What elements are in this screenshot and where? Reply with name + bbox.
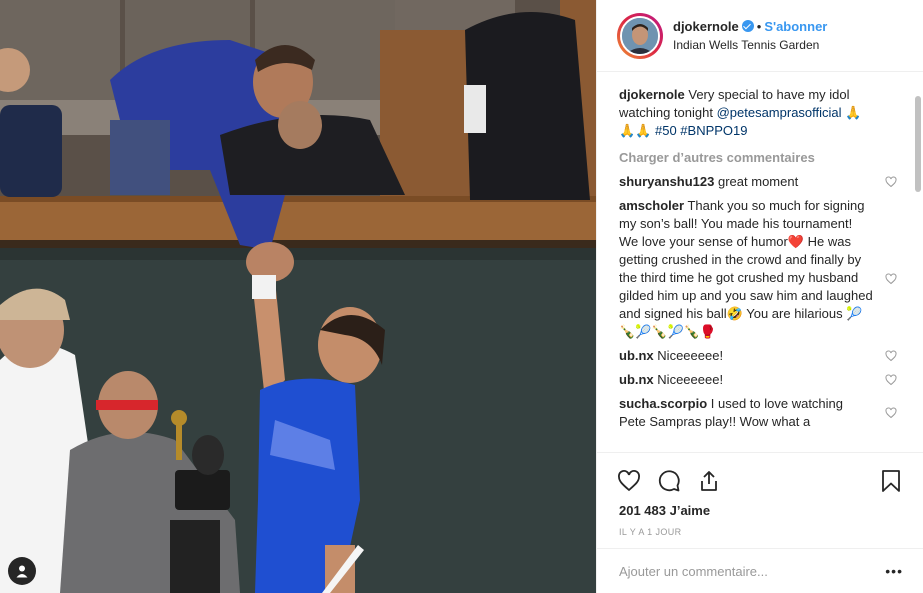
comment-text: Thank you so much for signing my son’s b… — [619, 198, 873, 339]
comment-username[interactable]: ub.nx — [619, 372, 654, 387]
share-icon — [701, 471, 717, 491]
comment-item: shuryanshu123 great moment — [619, 173, 901, 191]
save-button[interactable] — [871, 461, 911, 501]
caption-username[interactable]: djokernole — [619, 87, 685, 102]
more-options-button[interactable]: ••• — [885, 563, 903, 579]
caption-hashtags[interactable]: #50 #BNPPO19 — [655, 123, 748, 138]
comment-input[interactable] — [617, 562, 886, 580]
comment-like-heart-icon[interactable] — [885, 273, 897, 285]
header-separator: • — [756, 18, 762, 34]
comment-item: ub.nx Niceeeeee! — [619, 347, 901, 365]
comment-like-heart-icon[interactable] — [885, 374, 897, 386]
comment-like-heart-icon[interactable] — [885, 350, 897, 362]
verified-badge-icon — [741, 19, 754, 32]
caption: djokernole Very special to have my idol … — [619, 86, 901, 140]
comment-username[interactable]: shuryanshu123 — [619, 174, 714, 189]
post-header: djokernole • S'abonner Indian Wells Tennis… — [597, 0, 923, 72]
share-button[interactable] — [689, 461, 729, 501]
comment-username[interactable]: sucha.scorpio — [619, 396, 707, 411]
comment-item: sucha.scorpio I used to love watching Pe… — [619, 395, 901, 431]
header-text: djokernole • S'abonner Indian Wells Tennis… — [673, 18, 827, 54]
post-actions: 201 483 J’aime IL Y A 1 JOUR — [597, 452, 923, 537]
post-username[interactable]: djokernole — [673, 19, 739, 34]
post-side-panel: djokernole • S'abonner Indian Wells Tennis… — [596, 0, 923, 593]
comment-text: Niceeeeee! — [657, 372, 724, 387]
add-comment-bar: ••• — [597, 548, 923, 593]
post-photo[interactable] — [0, 0, 596, 593]
comment-text: Niceeeeee! — [657, 348, 724, 363]
post-time[interactable]: IL Y A 1 JOUR — [609, 527, 911, 537]
instagram-post-modal: djokernole • S'abonner Indian Wells Tennis… — [0, 0, 923, 593]
bookmark-icon — [882, 470, 900, 492]
comment-icon — [658, 470, 680, 492]
load-more-comments-button[interactable]: Charger d’autres commentaires — [619, 150, 901, 165]
avatar-image — [620, 15, 660, 56]
comments-scrollbar-thumb[interactable] — [915, 96, 921, 192]
photo-illustration — [0, 0, 596, 593]
comment-item: amscholer Thank you so much for signing … — [619, 197, 901, 341]
user-tag-icon — [16, 565, 28, 578]
comments-list[interactable]: djokernole Very special to have my idol … — [597, 72, 923, 452]
comment-like-heart-icon[interactable] — [885, 407, 897, 419]
comment-button[interactable] — [649, 461, 689, 501]
profile-avatar[interactable] — [617, 12, 663, 59]
comment-item: ub.nx Niceeeeee! — [619, 371, 901, 389]
avatar-illustration — [622, 17, 658, 54]
post-location[interactable]: Indian Wells Tennis Garden — [673, 36, 827, 54]
caption-mention[interactable]: @petesamprasofficial — [717, 105, 842, 120]
likes-count[interactable]: 201 483 J’aime — [609, 503, 911, 518]
follow-button[interactable]: S'abonner — [764, 19, 827, 34]
like-button[interactable] — [609, 461, 649, 501]
tagged-users-button[interactable] — [8, 557, 36, 585]
comment-like-heart-icon[interactable] — [885, 176, 897, 188]
comment-username[interactable]: ub.nx — [619, 348, 654, 363]
heart-icon — [618, 470, 640, 492]
comment-username[interactable]: amscholer — [619, 198, 684, 213]
comment-text: great moment — [718, 174, 799, 189]
action-icons-row — [609, 461, 911, 501]
